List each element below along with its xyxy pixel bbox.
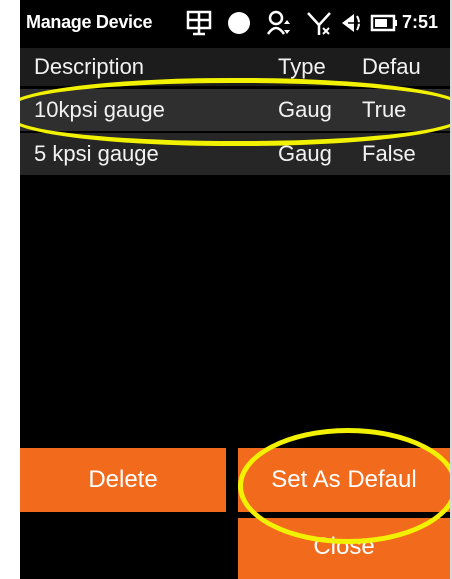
set-default-button[interactable]: Set As Defaul [238,448,450,512]
row-default: True [362,97,407,122]
circle-icon[interactable] [226,10,252,36]
row-default: False [362,141,416,166]
left-bezel [0,0,20,579]
device-screen: Manage Device 7:51 Description Type Defa… [20,0,450,579]
no-signal-icon[interactable] [306,10,332,36]
grid-network-icon[interactable] [186,10,212,36]
delete-button[interactable]: Delete [20,448,226,512]
list-header: Description Type Defau [20,48,450,86]
table-row[interactable]: 5 kpsi gauge Gaug False [20,133,450,175]
table-row[interactable]: 10kpsi gauge Gaug True [20,89,450,131]
column-header-description[interactable]: Description [34,54,264,80]
column-header-default[interactable]: Defau [362,54,448,80]
column-header-type[interactable]: Type [278,54,348,80]
row-description: 5 kpsi gauge [34,141,159,166]
battery-icon[interactable] [370,10,398,36]
close-button[interactable]: Close [238,518,450,579]
user-sync-icon[interactable] [266,10,294,36]
clock[interactable]: 7:51 [402,12,438,33]
row-type: Gaug [278,141,332,166]
speaker-icon[interactable] [340,10,366,36]
row-description: 10kpsi gauge [34,97,165,122]
app-title[interactable]: Manage Device [26,12,178,33]
status-bar: Manage Device 7:51 [20,0,450,46]
row-type: Gaug [278,97,332,122]
